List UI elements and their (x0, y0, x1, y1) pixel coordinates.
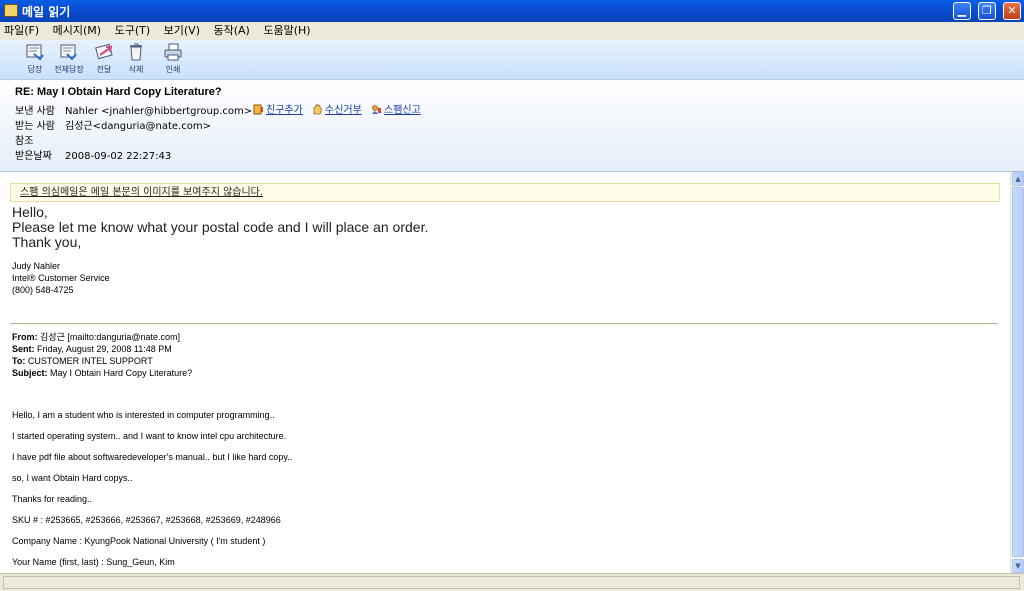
close-button[interactable]: ✕ (1003, 2, 1021, 20)
to-value[interactable]: 김성근<danguria@nate.com> (65, 121, 211, 132)
add-friend-link[interactable]: 친구추가 (253, 101, 303, 116)
to-label: 받는 사람 (15, 121, 55, 132)
original-line: Hello, I am a student who is interested … (12, 410, 275, 420)
reply-all-button[interactable]: 전체답장 (51, 42, 87, 75)
from-row: 보낸 사람 Nahler <jnahler@hibbertgroup.com> (15, 102, 252, 117)
reply-line: Hello, (12, 204, 48, 220)
delete-button[interactable]: 삭제 (118, 42, 154, 75)
date-label: 받은날짜 (15, 151, 52, 162)
signature-line: Judy Nahler (12, 261, 61, 271)
to-row: 받는 사람 김성근<danguria@nate.com> (15, 117, 211, 132)
original-subject: Subject: May I Obtain Hard Copy Literatu… (12, 368, 193, 378)
reply-line: Thank you, (12, 234, 82, 250)
original-sent: Sent: Friday, August 29, 2008 11:48 PM (12, 344, 172, 354)
restore-button[interactable]: ❐ (977, 2, 996, 20)
message-header: RE: May I Obtain Hard Copy Literature? 보… (0, 80, 1024, 172)
block-sender-link[interactable]: 수신거부 (312, 101, 362, 116)
original-body: Hello, I am a student who is interested … (12, 409, 292, 573)
add-friend-icon (253, 104, 263, 115)
window-controls: ▁ ❐ ✕ (951, 2, 1021, 20)
menu-message[interactable]: 메시지(M) (48, 22, 106, 40)
original-line: I have pdf file about softwaredeveloper'… (12, 452, 293, 462)
print-icon (164, 43, 182, 61)
reply-text: Hello, Please let me know what your post… (12, 205, 428, 250)
reply-all-icon (60, 44, 77, 61)
reply-line: Please let me know what your postal code… (12, 219, 429, 235)
delete-icon (130, 43, 142, 61)
status-bar (0, 573, 1024, 591)
forward-button[interactable]: 전달 (86, 42, 122, 75)
block-icon (313, 104, 322, 115)
cc-row: 참조 (15, 132, 65, 147)
original-line: Company Name : KyungPook National Univer… (12, 536, 266, 546)
scroll-down-button[interactable]: ▼ (1012, 559, 1024, 573)
minimize-button[interactable]: ▁ (952, 2, 971, 20)
original-line: so, I want Obtain Hard copys.. (12, 473, 133, 483)
from-label: 보낸 사람 (15, 106, 55, 117)
cc-label: 참조 (15, 136, 34, 147)
original-line: SKU # : #253665, #253666, #253667, #2536… (12, 515, 281, 525)
menu-view[interactable]: 보기(V) (159, 22, 205, 40)
reply-button[interactable]: 답장 (17, 42, 53, 75)
date-row: 받은날짜 2008-09-02 22:27:43 (15, 147, 171, 162)
title-bar: 메일 읽기 ▁ ❐ ✕ (0, 0, 1024, 22)
scroll-up-button[interactable]: ▲ (1012, 172, 1024, 186)
signature: Judy Nahler Intel® Customer Service (800… (12, 260, 110, 296)
quote-divider (10, 323, 998, 324)
message-body[interactable]: 스팸 의심메일은 메일 본문의 이미지를 보여주지 않습니다. Hello, P… (0, 172, 1024, 573)
signature-line: (800) 548-4725 (12, 285, 74, 295)
vertical-scrollbar[interactable]: ▲ ▼ (1010, 172, 1024, 573)
menu-tools[interactable]: 도구(T) (110, 22, 156, 40)
reply-icon (26, 44, 44, 61)
mail-app-icon (4, 4, 18, 17)
original-from: From: 김성근 [mailto:danguria@nate.com] (12, 332, 181, 342)
menu-actions[interactable]: 동작(A) (209, 22, 255, 40)
window-title: 메일 읽기 (22, 5, 71, 19)
original-line: Thanks for reading.. (12, 494, 93, 504)
original-line: Your Name (first, last) : Sung_Geun, Kim (12, 557, 175, 567)
report-spam-link[interactable]: 스팸신고 (371, 101, 421, 116)
sender-actions: 친구추가 수신거부 스팸신고 (253, 101, 427, 116)
spam-report-icon (372, 105, 381, 114)
spam-notice[interactable]: 스팸 의심메일은 메일 본문의 이미지를 보여주지 않습니다. (10, 183, 1000, 202)
original-header: From: 김성근 [mailto:danguria@nate.com] Sen… (12, 331, 192, 379)
signature-line: Intel® Customer Service (12, 273, 110, 283)
date-value: 2008-09-02 22:27:43 (65, 151, 172, 162)
toolbar: 답장 전체답장 전달 삭제 인쇄 (0, 40, 1024, 80)
original-line: I started operating system.. and I want … (12, 431, 287, 441)
menu-bar: 파일(F) 메시지(M) 도구(T) 보기(V) 동작(A) 도움말(H) (0, 22, 1024, 40)
status-pane (3, 576, 1020, 589)
menu-file[interactable]: 파일(F) (0, 22, 44, 40)
print-button[interactable]: 인쇄 (155, 42, 191, 75)
forward-icon (95, 43, 113, 60)
original-to: To: CUSTOMER INTEL SUPPORT (12, 356, 153, 366)
from-value[interactable]: Nahler <jnahler@hibbertgroup.com> (65, 106, 252, 117)
menu-help[interactable]: 도움말(H) (258, 22, 315, 40)
message-subject: RE: May I Obtain Hard Copy Literature? (15, 86, 222, 98)
scroll-thumb[interactable] (1012, 187, 1024, 557)
